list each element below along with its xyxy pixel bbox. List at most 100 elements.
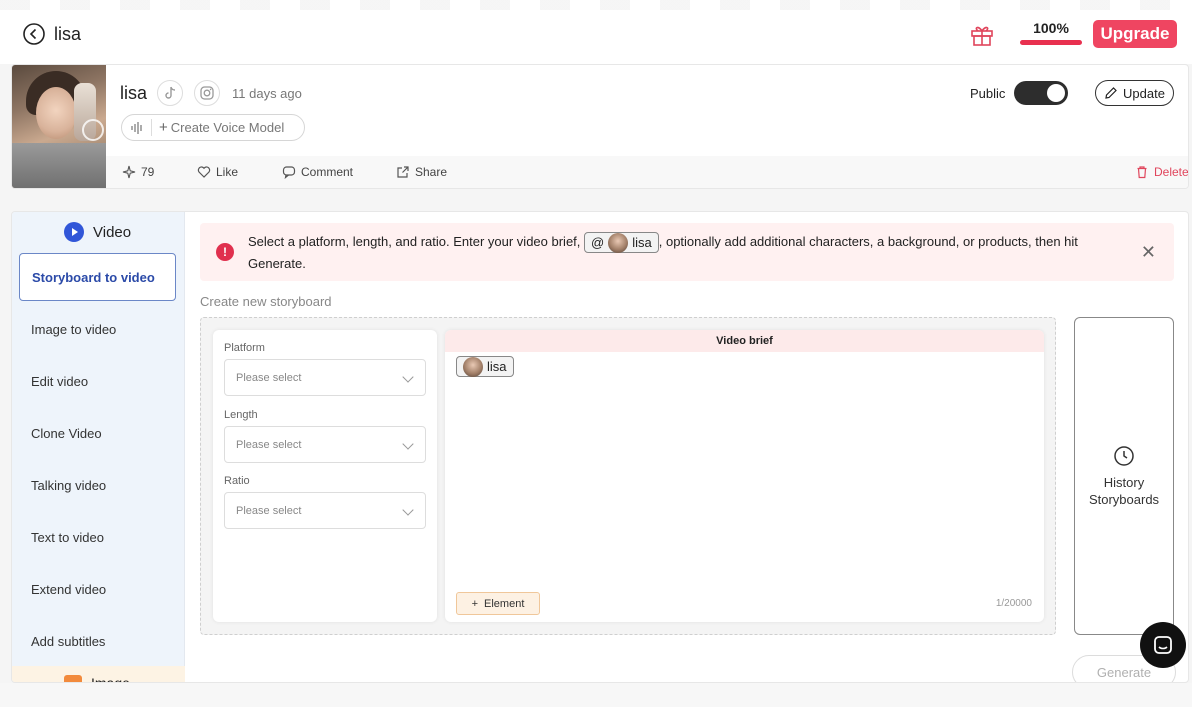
workspace-panel: Video Storyboard to video Image to video… [11,211,1189,683]
share-label: Share [415,165,448,179]
plus-icon: + [159,119,168,136]
header-pattern [0,0,1192,10]
sidebar-item-add-subtitles[interactable]: Add subtitles [19,617,176,665]
footer-strip [0,683,1192,707]
ratio-select-placeholder: Please select [236,504,302,517]
sidebar-item-extend-video[interactable]: Extend video [19,565,176,613]
instagram-button[interactable] [194,80,220,106]
sidebar-item-edit-video[interactable]: Edit video [19,357,176,405]
sidebar-item-label: Image to video [31,321,117,337]
sparkle-icon [122,165,136,179]
history-storyboards-button[interactable]: History Storyboards [1074,317,1174,635]
instruction-banner: ! Select a platform, length, and ratio. … [200,223,1174,281]
sidebar-item-label: Edit video [31,373,89,389]
ratio-select[interactable]: Please select [224,492,426,529]
page-title: lisa [54,24,82,44]
sidebar-item-talking-video[interactable]: Talking video [19,461,176,509]
heart-icon [197,166,211,178]
edit-icon [1105,87,1117,99]
sidebar-item-image-to-video[interactable]: Image to video [19,305,176,353]
alert-icon: ! [216,243,234,261]
sidebar-item-text-to-video[interactable]: Text to video [19,513,176,561]
sparkle-count[interactable]: 79 [122,165,154,179]
back-icon[interactable] [22,22,46,46]
close-icon[interactable]: ✕ [1141,242,1156,263]
chat-support-button[interactable] [1140,622,1186,668]
voice-wave-icon [122,119,152,136]
sidebar-section-video: Video [64,222,131,242]
ratio-label: Ratio [224,475,250,487]
comment-icon [282,166,296,179]
sidebar-item-label: Talking video [31,477,107,493]
length-select[interactable]: Please select [224,426,426,463]
trash-icon [1137,166,1147,179]
comment-button[interactable]: Comment [282,165,353,179]
create-voice-model-button[interactable]: + Create Voice Model [121,114,305,141]
delete-label: Delete [1154,165,1189,179]
update-label: Update [1123,85,1165,101]
gift-icon[interactable] [969,22,995,48]
video-brief-editor[interactable]: Video brief lisa + Element 1/20000 [445,330,1044,622]
at-symbol: @ [591,235,605,251]
created-time: 11 days ago [232,86,302,101]
platform-select[interactable]: Please select [224,359,426,396]
tiktok-button[interactable] [157,80,183,106]
character-counter: 1/20000 [995,598,1032,609]
create-voice-model-label: Create Voice Model [170,120,285,135]
sidebar-item-label: Extend video [31,581,107,597]
brief-character-chip[interactable]: lisa [456,356,514,377]
sidebar-item-label: Clone Video [31,425,102,441]
sidebar-item-clone-video[interactable]: Clone Video [19,409,176,457]
video-brief-header: Video brief [445,330,1044,352]
like-label: Like [216,165,239,179]
sidebar-item-storyboard-to-video[interactable]: Storyboard to video [19,253,176,301]
like-button[interactable]: Like [197,165,238,179]
storyboard-canvas: Platform Please select Length Please sel… [200,317,1056,635]
history-label-line1: History [1103,474,1145,490]
comment-label: Comment [301,165,354,179]
clock-icon [1114,445,1134,466]
share-icon [397,166,409,178]
chevron-down-icon [402,371,414,383]
delete-button[interactable]: Delete [1135,165,1189,179]
play-ring-icon [82,119,104,141]
credit-meter: 100% [1020,20,1082,45]
share-button[interactable]: Share [396,165,447,179]
length-select-placeholder: Please select [236,438,302,451]
upgrade-button[interactable]: Upgrade [1093,20,1177,48]
brief-character-name: lisa [487,359,507,374]
instagram-icon [200,86,214,100]
character-mini-avatar [608,232,629,253]
add-element-label: Element [484,597,525,610]
sidebar-item-label: Text to video [31,529,104,545]
chevron-down-icon [402,504,414,516]
platform-select-placeholder: Please select [236,371,302,384]
instruction-text-start: Select a platform, length, and ratio. En… [248,234,581,249]
credit-bar [1020,40,1082,45]
chevron-down-icon [402,438,414,450]
sidebar-section-image[interactable]: Image [12,666,185,683]
top-bar: lisa 100% Upgrade [0,0,1192,64]
sidebar-section-image-label: Image [91,675,130,683]
sidebar-section-title: Video [93,223,132,241]
settings-form: Platform Please select Length Please sel… [213,330,437,622]
sidebar-item-label: Storyboard to video [32,269,155,285]
character-mention-chip[interactable]: @ lisa [584,232,659,254]
public-toggle[interactable] [1014,81,1068,105]
profile-action-bar: 79 Like Comment Share Delete [106,156,1189,188]
image-icon [64,675,82,682]
update-button[interactable]: Update [1095,80,1174,106]
instruction-text: Select a platform, length, and ratio. En… [248,231,1118,274]
credit-bar-fill [1020,40,1082,45]
character-avatar[interactable] [12,65,106,188]
chat-icon [1154,636,1172,654]
character-mention-name: lisa [632,235,652,251]
add-element-button[interactable]: + Element [456,592,540,615]
credit-percent: 100% [1033,20,1069,36]
sidebar: Video Storyboard to video Image to video… [12,212,185,683]
create-storyboard-label: Create new storyboard [200,294,332,309]
character-mini-avatar [463,356,483,377]
character-profile-card: lisa 11 days ago + Create Voice Model Pu… [11,64,1189,189]
public-label: Public [970,86,1006,101]
character-name: lisa [120,83,148,103]
